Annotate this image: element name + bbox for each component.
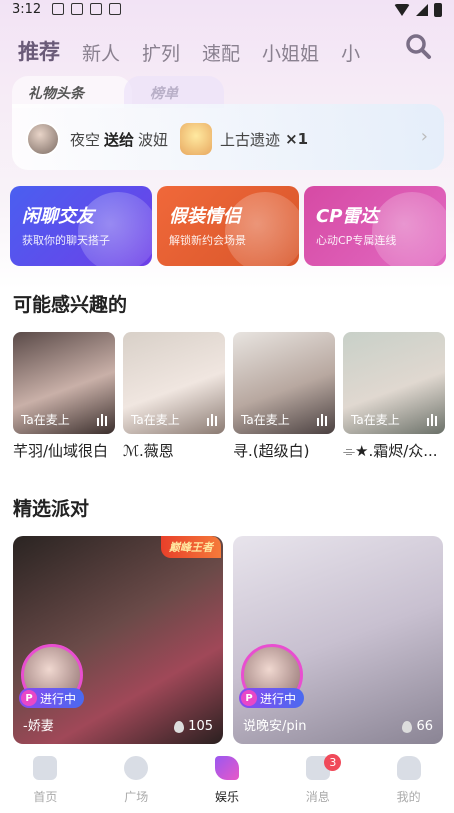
signal-icon [416, 4, 428, 16]
compass-icon [124, 756, 149, 780]
pk-status-badge: P 进行中 [239, 688, 305, 708]
gift-name: 上古遗迹 [220, 130, 281, 149]
bottom-nav: 首页 广场 娱乐 3 消息 我的 [0, 748, 454, 813]
room-heat: 105 [174, 719, 213, 734]
gift-headline-card[interactable]: 礼物头条 榜单 夜空 送给 波妞 上古遗迹 ×1 › [12, 76, 444, 170]
feature-title: 假装情侣 [169, 206, 241, 227]
app-notification-icon [90, 3, 102, 15]
person-photo: Ta在麦上 [13, 332, 115, 434]
system-icons [394, 3, 442, 17]
receiver-name: 波妞 [138, 130, 169, 149]
rank-tag: 巅峰王者 [161, 536, 221, 558]
nav-label: 消息 [305, 790, 330, 804]
unread-badge: 3 [324, 754, 342, 771]
on-mic-badge: Ta在麦上 [21, 413, 70, 427]
feature-title: 闲聊交友 [22, 206, 94, 227]
feature-fake-couple[interactable]: 假装情侣 解锁新约会场景 [157, 186, 299, 266]
nav-label: 娱乐 [214, 790, 239, 804]
sound-wave-icon [427, 414, 437, 426]
tab-recommend[interactable]: 推荐 [18, 36, 60, 66]
nav-label: 我的 [396, 790, 421, 804]
app-notification-icon [109, 3, 121, 15]
search-button[interactable] [404, 32, 432, 60]
app-notification-icon [71, 3, 83, 15]
feature-cp-radar[interactable]: CP雷达 心动CP专属连线 [304, 186, 446, 266]
person-card[interactable]: Ta在麦上 寻.(超级白) [233, 332, 335, 461]
sound-wave-icon [317, 414, 327, 426]
person-photo: Ta在麦上 [343, 332, 445, 434]
chevron-right-icon[interactable]: › [421, 126, 428, 147]
on-mic-badge: Ta在麦上 [241, 413, 290, 427]
gift-record: 夜空 送给 波妞 上古遗迹 ×1 [26, 122, 308, 156]
pk-status-badge: P 进行中 [19, 688, 85, 708]
sound-wave-icon [207, 414, 217, 426]
tab-girls[interactable]: 小姐姐 [262, 39, 319, 66]
wifi-icon [394, 4, 410, 16]
battery-icon [434, 3, 442, 17]
flame-icon [174, 720, 185, 733]
person-name: ⌯★.霜烬/众... [343, 442, 438, 460]
pk-icon: P [241, 690, 257, 706]
status-bar: 3:12 [0, 0, 454, 22]
pk-icon: P [21, 690, 37, 706]
profile-icon [396, 756, 421, 780]
feature-chat-friends[interactable]: 闲聊交友 获取你的聊天搭子 [10, 186, 152, 266]
person-card[interactable]: Ta在麦上 芊羽/仙域很白 [13, 332, 115, 461]
room-heat: 66 [402, 719, 433, 734]
on-mic-badge: Ta在麦上 [351, 413, 400, 427]
status-time: 3:12 [12, 2, 42, 17]
section-title-parties: 精选派对 [13, 498, 90, 520]
sender-name: 夜空 [70, 130, 101, 149]
person-photo: Ta在麦上 [123, 332, 225, 434]
nav-label: 广场 [124, 790, 149, 804]
notification-icons [52, 3, 121, 15]
feature-subtitle: 获取你的聊天搭子 [22, 234, 110, 247]
nav-messages[interactable]: 3 消息 [272, 748, 363, 813]
category-tabs: 推荐 新人 扩列 速配 小姐姐 小 [18, 30, 388, 66]
sender-avatar[interactable] [26, 122, 60, 156]
tab-more[interactable]: 小 [341, 39, 360, 66]
home-icon [33, 756, 58, 780]
room-name: 说晚安/pin [243, 719, 307, 734]
gift-headline-body[interactable]: 夜空 送给 波妞 上古遗迹 ×1 › [12, 104, 444, 170]
tab-match[interactable]: 速配 [202, 39, 240, 66]
person-name: ℳ.薇恩 [123, 442, 174, 460]
gift-count: ×1 [285, 130, 309, 148]
party-room-card[interactable]: P 进行中 说晚安/pin 66 [233, 536, 443, 744]
section-title-interested: 可能感兴趣的 [13, 294, 128, 316]
on-mic-badge: Ta在麦上 [131, 413, 180, 427]
person-card[interactable]: Ta在麦上 ℳ.薇恩 [123, 332, 225, 461]
search-icon [406, 34, 431, 59]
party-room-card[interactable]: 巅峰王者 P 进行中 -娇妻 105 [13, 536, 223, 744]
room-name: -娇妻 [23, 719, 54, 734]
gift-action: 送给 [104, 130, 135, 149]
feature-illustration [372, 192, 446, 266]
entertainment-icon [214, 756, 239, 780]
nav-label: 首页 [33, 790, 58, 804]
nav-entertainment[interactable]: 娱乐 [182, 748, 273, 813]
person-name: 寻.(超级白) [233, 442, 310, 460]
gift-icon [180, 123, 213, 155]
nav-home[interactable]: 首页 [0, 748, 91, 813]
tab-newcomer[interactable]: 新人 [82, 39, 120, 66]
person-photo: Ta在麦上 [233, 332, 335, 434]
gallery-icon [52, 3, 64, 15]
nav-profile[interactable]: 我的 [363, 748, 454, 813]
feature-title: CP雷达 [316, 206, 379, 227]
flame-icon [402, 720, 413, 733]
person-card[interactable]: Ta在麦上 ⌯★.霜烬/众... [343, 332, 445, 461]
feature-subtitle: 心动CP专属连线 [316, 234, 397, 247]
tab-expand[interactable]: 扩列 [142, 39, 180, 66]
person-name: 芊羽/仙域很白 [13, 442, 109, 460]
feature-subtitle: 解锁新约会场景 [169, 234, 246, 247]
nav-square[interactable]: 广场 [91, 748, 182, 813]
sound-wave-icon [97, 414, 107, 426]
